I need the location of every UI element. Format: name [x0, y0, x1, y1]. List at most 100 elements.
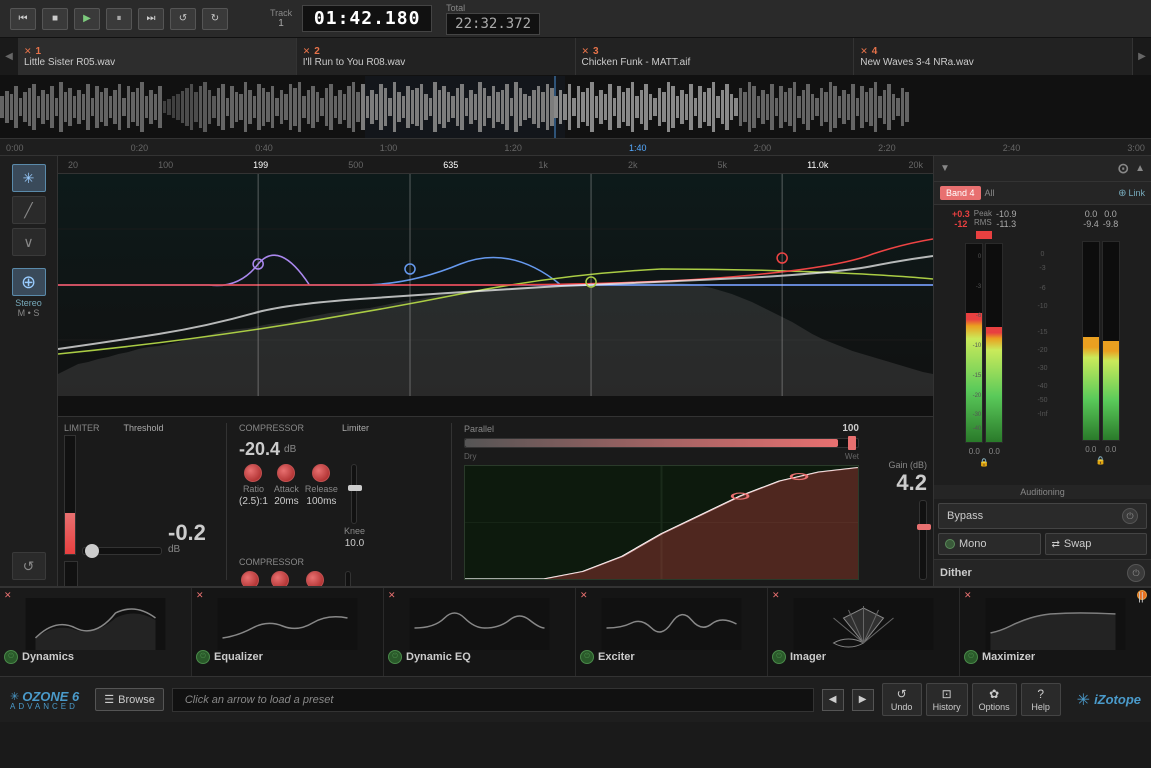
cursor-tool-btn[interactable]: ✳ [12, 164, 46, 192]
mono-label: Mono [959, 538, 987, 550]
btn-play[interactable]: ▶ [74, 8, 100, 30]
swap-label: Swap [1064, 538, 1092, 550]
module-equalizer-power[interactable]: ⏻ [196, 650, 210, 664]
track-3-filename: Chicken Funk - MATT.aif [582, 57, 848, 68]
track-4-close[interactable]: ✕ [860, 46, 868, 57]
help-label: Help [1031, 702, 1050, 712]
module-imager-bottom: ⏻ Imager [768, 650, 959, 666]
meter-dropdown[interactable]: ▼ [940, 163, 950, 174]
btn-stop[interactable]: ■ [42, 8, 68, 30]
track-4[interactable]: ✕ 4 New Waves 3-4 NRa.wav [854, 38, 1133, 75]
track-1[interactable]: ✕ 1 Little Sister R05.wav [18, 38, 297, 75]
comp2-knee-slider[interactable] [345, 571, 351, 586]
module-dynamic-eq[interactable]: ✕ ⏻ Dynamic EQ [384, 588, 576, 676]
track-3-num: 3 [593, 46, 599, 57]
preset-next-btn[interactable]: ▶ [852, 689, 874, 711]
btn-skip[interactable]: ⏭ [138, 8, 164, 30]
gain-slider-thumb[interactable] [917, 524, 931, 530]
options-action-btn[interactable]: ✿ Options [972, 683, 1017, 716]
history-action-btn[interactable]: ⊡ History [926, 683, 968, 716]
undo-action-btn[interactable]: ↺ Undo [882, 683, 922, 716]
parallel-slider[interactable] [464, 438, 859, 448]
track-3-close[interactable]: ✕ [582, 46, 590, 57]
stereo-link-btn[interactable]: ⊙ [1117, 160, 1129, 177]
module-imager[interactable]: ✕ ⏻ Imager [768, 588, 960, 676]
ruler-6: 2:00 [754, 143, 772, 153]
meter-out-bottom-2: 0.0 [1102, 445, 1120, 454]
module-maximizer-close[interactable]: ✕ [964, 590, 972, 601]
gain-value: 4.2 [896, 470, 927, 496]
module-dynamiceq-power[interactable]: ⏻ [388, 650, 402, 664]
help-icon: ? [1037, 687, 1044, 701]
link-btn[interactable]: ⊕ Link [1118, 188, 1145, 199]
comp-attack-val: 20ms [274, 496, 298, 507]
threshold-value: -0.2 [168, 522, 206, 544]
eq-canvas[interactable] [58, 174, 933, 414]
comp2-ratio-knob[interactable] [241, 571, 259, 586]
comp-attack-knob[interactable] [277, 464, 295, 482]
limiter-gr-meter [64, 435, 76, 555]
module-dynamics-power[interactable]: ⏻ [4, 650, 18, 664]
undo-btn[interactable]: ↺ [12, 552, 46, 580]
mono-btn[interactable]: Mono [938, 533, 1041, 555]
browse-btn[interactable]: ☰ Browse [95, 688, 164, 711]
comp-ratio-knob[interactable] [244, 464, 262, 482]
module-maximizer-power[interactable]: ⏻ [964, 650, 978, 664]
bypass-btn[interactable]: Bypass ⏻ [938, 503, 1147, 529]
module-equalizer-close[interactable]: ✕ [196, 590, 204, 601]
all-btn[interactable]: All [985, 188, 995, 198]
preset-prev-btn[interactable]: ◀ [822, 689, 844, 711]
track-nav-right[interactable]: ▶ [1133, 38, 1151, 75]
meter-settings-btn[interactable]: ▲ [1135, 163, 1145, 174]
module-dynamiceq-display [384, 598, 575, 650]
module-equalizer[interactable]: ✕ ⏻ Equalizer [192, 588, 384, 676]
dither-power-btn[interactable]: ⏻ [1127, 564, 1145, 582]
comp2-release-knob[interactable] [306, 571, 324, 586]
btn-record[interactable]: ↺ [170, 8, 196, 30]
track-2-close[interactable]: ✕ [303, 46, 311, 57]
lock-in-btn[interactable]: 🔒 [979, 458, 989, 467]
gain-slider[interactable] [919, 500, 927, 580]
module-dynamiceq-close[interactable]: ✕ [388, 590, 396, 601]
stereo-btn[interactable]: ⊕ [12, 268, 46, 296]
waveform-area[interactable]: 0:00 0:20 0:40 1:00 1:20 1:40 2:00 2:20 … [0, 76, 1151, 156]
comp-ratio-label: Ratio [243, 484, 264, 494]
freq-20: 20 [68, 160, 78, 170]
comp2-attack-knob[interactable] [271, 571, 289, 586]
transfer-graph[interactable] [464, 465, 859, 580]
track-2[interactable]: ✕ 2 I'll Run to You R08.wav [297, 38, 576, 75]
module-imager-close[interactable]: ✕ [772, 590, 780, 601]
comp-release-knob[interactable] [312, 464, 330, 482]
meter-in-bottom-2: 0.0 [985, 447, 1003, 456]
module-maximizer-bypass[interactable]: || [1137, 590, 1147, 600]
eq-display[interactable]: 20 100 199 500 635 1k 2k 5k 11.0k 20k [58, 156, 933, 416]
module-dynamics[interactable]: ✕ ⏻ Dynamics [0, 588, 192, 676]
lock-out-btn[interactable]: 🔒 [1096, 456, 1106, 465]
bypass-power-icon[interactable]: ⏻ [1122, 508, 1138, 524]
transport-bar: ⏮ ■ ▶ ⏸ ⏭ ↺ ↻ Track 1 01:42.180 Total 22… [0, 0, 1151, 38]
btn-loop[interactable]: ↻ [202, 8, 228, 30]
vu-bar-out-left [1082, 241, 1100, 441]
peak-in-right: -12 [954, 219, 967, 229]
module-dynamics-close[interactable]: ✕ [4, 590, 12, 601]
mono-indicator [945, 539, 955, 549]
swap-btn[interactable]: ⇄ Swap [1045, 533, 1148, 555]
track-3[interactable]: ✕ 3 Chicken Funk - MATT.aif [576, 38, 855, 75]
v-tool-btn[interactable]: ∨ [12, 228, 46, 256]
track-nav-left[interactable]: ◀ [0, 38, 18, 75]
module-exciter[interactable]: ✕ ⏻ Exciter [576, 588, 768, 676]
module-maximizer[interactable]: ✕ || ⏻ Maximizer [960, 588, 1151, 676]
threshold-slider[interactable] [82, 547, 162, 555]
band4-btn[interactable]: Band 4 [940, 186, 981, 200]
parallel-thumb[interactable] [848, 436, 856, 450]
comp-knee-slider[interactable] [351, 464, 357, 524]
track-1-close[interactable]: ✕ [24, 46, 32, 57]
btn-pause[interactable]: ⏸ [106, 8, 132, 30]
help-action-btn[interactable]: ? Help [1021, 683, 1061, 716]
module-imager-power[interactable]: ⏻ [772, 650, 786, 664]
btn-rewind[interactable]: ⏮ [10, 8, 36, 30]
draw-tool-btn[interactable]: ╱ [12, 196, 46, 224]
divider-1 [226, 423, 227, 580]
module-exciter-power[interactable]: ⏻ [580, 650, 594, 664]
module-exciter-close[interactable]: ✕ [580, 590, 588, 601]
